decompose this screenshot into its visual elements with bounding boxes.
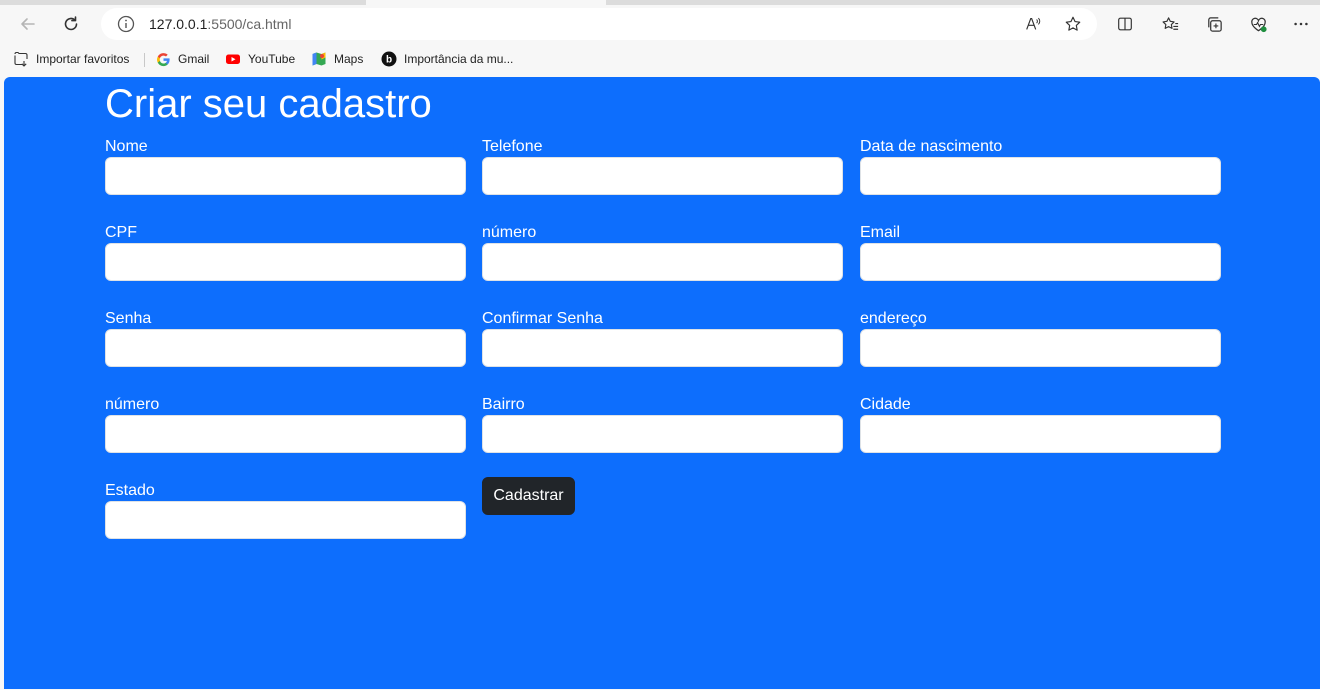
field-endereco: endereço — [860, 309, 1221, 367]
back-button[interactable] — [13, 9, 43, 39]
page-title: Criar seu cadastro — [105, 82, 432, 126]
senha-label: Senha — [105, 310, 152, 327]
bookmark-label: Importar favoritos — [36, 52, 130, 66]
cidade-label: Cidade — [860, 396, 911, 413]
browser-toolbar: 127.0.0.1:5500/ca.html — [0, 5, 1320, 43]
email-input[interactable] — [860, 243, 1221, 281]
google-icon — [155, 51, 171, 67]
numero-label: número — [482, 224, 537, 241]
field-data-nascimento: Data de nascimento — [860, 137, 1221, 195]
split-screen-icon — [1118, 17, 1132, 31]
browser-essentials-button[interactable] — [1247, 13, 1269, 35]
field-estado: Estado — [105, 481, 466, 539]
site-info-icon[interactable] — [117, 15, 135, 33]
numero-input[interactable] — [482, 243, 843, 281]
estado-input[interactable] — [105, 501, 466, 539]
bookmark-label: Maps — [334, 52, 364, 66]
star-icon — [1065, 16, 1081, 31]
address-bar[interactable]: 127.0.0.1:5500/ca.html — [101, 8, 1097, 40]
favorite-star-button[interactable] — [1063, 14, 1083, 34]
favorites-list-icon — [1162, 16, 1178, 30]
url-text[interactable]: 127.0.0.1:5500/ca.html — [149, 16, 291, 32]
bookmark-import-favorites[interactable]: Importar favoritos — [13, 50, 129, 68]
telefone-input[interactable] — [482, 157, 843, 195]
cadastrar-button[interactable]: Cadastrar — [482, 477, 575, 515]
field-senha: Senha — [105, 309, 466, 367]
cpf-input[interactable] — [105, 243, 466, 281]
import-favorites-icon — [13, 51, 29, 67]
refresh-icon — [64, 16, 78, 31]
bairro-label: Bairro — [482, 396, 525, 413]
field-cidade: Cidade — [860, 395, 1221, 453]
split-screen-button[interactable] — [1114, 13, 1136, 35]
cidade-input[interactable] — [860, 415, 1221, 453]
bookmark-youtube[interactable]: YouTube — [225, 50, 295, 68]
heart-pulse-icon — [1250, 17, 1267, 32]
url-path: :5500/ca.html — [207, 16, 292, 32]
confirmar-senha-label: Confirmar Senha — [482, 310, 603, 327]
data-nascimento-input[interactable] — [860, 157, 1221, 195]
more-dots-icon — [1294, 22, 1308, 26]
read-aloud-button[interactable] — [1023, 14, 1043, 34]
nome-label: Nome — [105, 138, 148, 155]
email-label: Email — [860, 224, 901, 241]
bookmark-separator — [144, 53, 145, 67]
numero-endereco-label: número — [105, 396, 160, 413]
youtube-icon — [225, 51, 241, 67]
telefone-label: Telefone — [482, 138, 543, 155]
field-bairro: Bairro — [482, 395, 843, 453]
maps-icon — [311, 51, 327, 67]
collections-icon — [1207, 16, 1222, 32]
url-host: 127.0.0.1 — [149, 16, 208, 32]
numero-endereco-input[interactable] — [105, 415, 466, 453]
read-aloud-icon — [1026, 17, 1041, 30]
collections-button[interactable] — [1203, 13, 1225, 35]
bookmark-label: YouTube — [248, 52, 296, 66]
bairro-input[interactable] — [482, 415, 843, 453]
bookmark-importancia[interactable]: b Importância da mu... — [381, 50, 513, 68]
field-email: Email — [860, 223, 1221, 281]
data-nascimento-label: Data de nascimento — [860, 138, 1003, 155]
field-telefone: Telefone — [482, 137, 843, 195]
b-icon: b — [381, 51, 397, 67]
favorites-button[interactable] — [1159, 13, 1181, 35]
refresh-button[interactable] — [56, 9, 86, 39]
field-confirmar-senha: Confirmar Senha — [482, 309, 843, 367]
field-numero-endereco: número — [105, 395, 466, 453]
bookmarks-bar: Importar favoritos Gmail YouTube Maps b … — [0, 43, 1320, 75]
bookmark-label: Importância da mu... — [404, 52, 514, 66]
confirmar-senha-input[interactable] — [482, 329, 843, 367]
svg-text:b: b — [386, 55, 392, 66]
field-nome: Nome — [105, 137, 466, 195]
endereco-label: endereço — [860, 310, 927, 327]
page-viewport: Criar seu cadastro Nome Telefone Data de… — [4, 77, 1320, 689]
back-arrow-icon — [21, 18, 35, 30]
settings-more-button[interactable] — [1290, 13, 1312, 35]
bookmark-maps[interactable]: Maps — [311, 50, 363, 68]
senha-input[interactable] — [105, 329, 466, 367]
bookmark-label: Gmail — [178, 52, 210, 66]
bookmark-gmail[interactable]: Gmail — [155, 50, 209, 68]
estado-label: Estado — [105, 482, 155, 499]
nome-input[interactable] — [105, 157, 466, 195]
endereco-input[interactable] — [860, 329, 1221, 367]
field-numero: número — [482, 223, 843, 281]
field-cpf: CPF — [105, 223, 466, 281]
cpf-label: CPF — [105, 224, 137, 241]
